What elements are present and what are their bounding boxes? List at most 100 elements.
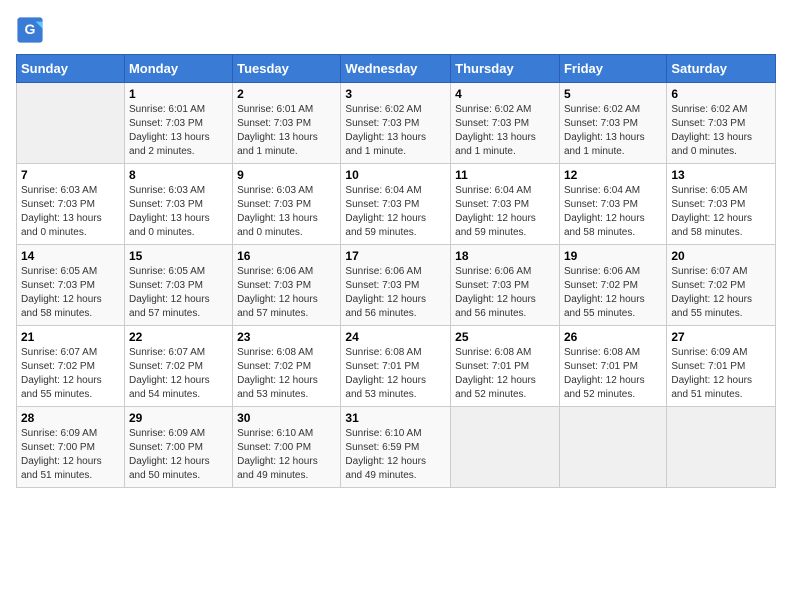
day-number: 2 <box>237 87 336 101</box>
day-info: Sunrise: 6:03 AM Sunset: 7:03 PM Dayligh… <box>129 184 228 240</box>
day-number: 5 <box>564 87 662 101</box>
day-cell <box>559 407 666 488</box>
day-info: Sunrise: 6:09 AM Sunset: 7:00 PM Dayligh… <box>21 427 120 483</box>
day-info: Sunrise: 6:06 AM Sunset: 7:03 PM Dayligh… <box>345 265 446 321</box>
day-info: Sunrise: 6:04 AM Sunset: 7:03 PM Dayligh… <box>345 184 446 240</box>
day-cell <box>667 407 776 488</box>
day-cell: 6 Sunrise: 6:02 AM Sunset: 7:03 PM Daylig… <box>667 83 776 164</box>
day-cell: 21Sunrise: 6:07 AM Sunset: 7:02 PM Dayli… <box>17 326 125 407</box>
logo-icon: G <box>16 16 44 44</box>
day-cell: 13 Sunrise: 6:05 AM Sunset: 7:03 PM Dayli… <box>667 164 776 245</box>
day-info: Sunrise: 6:09 AM Sunset: 7:01 PM Dayligh… <box>671 346 771 402</box>
day-number: 25 <box>455 330 555 344</box>
day-info: Sunrise: 6:08 AM Sunset: 7:01 PM Dayligh… <box>345 346 446 402</box>
day-cell: 15 Sunrise: 6:05 AM Sunset: 7:03 PM Dayli… <box>124 245 232 326</box>
day-number: 11 <box>455 168 555 182</box>
day-cell: 12 Sunrise: 6:04 AM Sunset: 7:03 PM Dayli… <box>559 164 666 245</box>
day-info: Sunrise: 6:08 AM Sunset: 7:02 PM Dayligh… <box>237 346 336 402</box>
header-cell-wednesday: Wednesday <box>341 55 451 83</box>
header-cell-thursday: Thursday <box>451 55 560 83</box>
day-info: Sunrise: 6:09 AM Sunset: 7:00 PM Dayligh… <box>129 427 228 483</box>
header-row: SundayMondayTuesdayWednesdayThursdayFrid… <box>17 55 776 83</box>
day-cell: 25Sunrise: 6:08 AM Sunset: 7:01 PM Dayli… <box>451 326 560 407</box>
calendar-header: SundayMondayTuesdayWednesdayThursdayFrid… <box>17 55 776 83</box>
day-info: Sunrise: 6:04 AM Sunset: 7:03 PM Dayligh… <box>455 184 555 240</box>
day-number: 23 <box>237 330 336 344</box>
header-cell-sunday: Sunday <box>17 55 125 83</box>
day-number: 16 <box>237 249 336 263</box>
calendar-body: 1 Sunrise: 6:01 AM Sunset: 7:03 PM Daylig… <box>17 83 776 488</box>
week-row-3: 14 Sunrise: 6:05 AM Sunset: 7:03 PM Dayli… <box>17 245 776 326</box>
day-cell: 7 Sunrise: 6:03 AM Sunset: 7:03 PM Daylig… <box>17 164 125 245</box>
day-info: Sunrise: 6:01 AM Sunset: 7:03 PM Dayligh… <box>237 103 336 159</box>
header-cell-tuesday: Tuesday <box>233 55 341 83</box>
day-info: Sunrise: 6:05 AM Sunset: 7:03 PM Dayligh… <box>671 184 771 240</box>
day-number: 1 <box>129 87 228 101</box>
day-number: 10 <box>345 168 446 182</box>
day-number: 14 <box>21 249 120 263</box>
day-info: Sunrise: 6:08 AM Sunset: 7:01 PM Dayligh… <box>564 346 662 402</box>
day-cell: 3 Sunrise: 6:02 AM Sunset: 7:03 PM Daylig… <box>341 83 451 164</box>
week-row-1: 1 Sunrise: 6:01 AM Sunset: 7:03 PM Daylig… <box>17 83 776 164</box>
day-cell: 23 Sunrise: 6:08 AM Sunset: 7:02 PM Dayli… <box>233 326 341 407</box>
day-info: Sunrise: 6:05 AM Sunset: 7:03 PM Dayligh… <box>129 265 228 321</box>
day-number: 27 <box>671 330 771 344</box>
day-cell: 31 Sunrise: 6:10 AM Sunset: 6:59 PM Dayli… <box>341 407 451 488</box>
day-info: Sunrise: 6:10 AM Sunset: 7:00 PM Dayligh… <box>237 427 336 483</box>
svg-text:G: G <box>25 21 36 37</box>
header-cell-friday: Friday <box>559 55 666 83</box>
day-cell <box>17 83 125 164</box>
header-cell-monday: Monday <box>124 55 232 83</box>
day-cell: 24 Sunrise: 6:08 AM Sunset: 7:01 PM Dayli… <box>341 326 451 407</box>
day-info: Sunrise: 6:06 AM Sunset: 7:03 PM Dayligh… <box>455 265 555 321</box>
day-number: 28 <box>21 411 120 425</box>
day-number: 21 <box>21 330 120 344</box>
day-number: 12 <box>564 168 662 182</box>
day-number: 4 <box>455 87 555 101</box>
day-cell: 30 Sunrise: 6:10 AM Sunset: 7:00 PM Dayli… <box>233 407 341 488</box>
day-info: Sunrise: 6:04 AM Sunset: 7:03 PM Dayligh… <box>564 184 662 240</box>
day-number: 7 <box>21 168 120 182</box>
day-number: 13 <box>671 168 771 182</box>
day-number: 19 <box>564 249 662 263</box>
day-number: 9 <box>237 168 336 182</box>
day-info: Sunrise: 6:10 AM Sunset: 6:59 PM Dayligh… <box>345 427 446 483</box>
day-info: Sunrise: 6:02 AM Sunset: 7:03 PM Dayligh… <box>455 103 555 159</box>
day-cell: 2 Sunrise: 6:01 AM Sunset: 7:03 PM Daylig… <box>233 83 341 164</box>
day-info: Sunrise: 6:07 AM Sunset: 7:02 PM Dayligh… <box>129 346 228 402</box>
day-cell: 17Sunrise: 6:06 AM Sunset: 7:03 PM Dayli… <box>341 245 451 326</box>
day-number: 18 <box>455 249 555 263</box>
day-number: 20 <box>671 249 771 263</box>
week-row-5: 28 Sunrise: 6:09 AM Sunset: 7:00 PM Dayli… <box>17 407 776 488</box>
calendar-table: SundayMondayTuesdayWednesdayThursdayFrid… <box>16 54 776 488</box>
day-cell <box>451 407 560 488</box>
day-info: Sunrise: 6:02 AM Sunset: 7:03 PM Dayligh… <box>671 103 771 159</box>
logo: G <box>16 16 48 44</box>
day-cell: 22Sunrise: 6:07 AM Sunset: 7:02 PM Dayli… <box>124 326 232 407</box>
day-number: 31 <box>345 411 446 425</box>
day-number: 24 <box>345 330 446 344</box>
day-number: 30 <box>237 411 336 425</box>
day-cell: 1 Sunrise: 6:01 AM Sunset: 7:03 PM Daylig… <box>124 83 232 164</box>
day-number: 8 <box>129 168 228 182</box>
day-info: Sunrise: 6:07 AM Sunset: 7:02 PM Dayligh… <box>671 265 771 321</box>
day-number: 29 <box>129 411 228 425</box>
header-cell-saturday: Saturday <box>667 55 776 83</box>
day-number: 26 <box>564 330 662 344</box>
day-cell: 28 Sunrise: 6:09 AM Sunset: 7:00 PM Dayli… <box>17 407 125 488</box>
day-cell: 18 Sunrise: 6:06 AM Sunset: 7:03 PM Dayli… <box>451 245 560 326</box>
day-cell: 11 Sunrise: 6:04 AM Sunset: 7:03 PM Dayli… <box>451 164 560 245</box>
day-number: 15 <box>129 249 228 263</box>
day-info: Sunrise: 6:02 AM Sunset: 7:03 PM Dayligh… <box>345 103 446 159</box>
day-cell: 8 Sunrise: 6:03 AM Sunset: 7:03 PM Daylig… <box>124 164 232 245</box>
day-number: 3 <box>345 87 446 101</box>
day-info: Sunrise: 6:01 AM Sunset: 7:03 PM Dayligh… <box>129 103 228 159</box>
week-row-2: 7 Sunrise: 6:03 AM Sunset: 7:03 PM Daylig… <box>17 164 776 245</box>
page-header: G <box>16 16 776 44</box>
day-info: Sunrise: 6:03 AM Sunset: 7:03 PM Dayligh… <box>21 184 120 240</box>
day-cell: 5Sunrise: 6:02 AM Sunset: 7:03 PM Daylig… <box>559 83 666 164</box>
day-number: 6 <box>671 87 771 101</box>
day-cell: 26 Sunrise: 6:08 AM Sunset: 7:01 PM Dayli… <box>559 326 666 407</box>
day-cell: 16Sunrise: 6:06 AM Sunset: 7:03 PM Dayli… <box>233 245 341 326</box>
day-info: Sunrise: 6:06 AM Sunset: 7:02 PM Dayligh… <box>564 265 662 321</box>
